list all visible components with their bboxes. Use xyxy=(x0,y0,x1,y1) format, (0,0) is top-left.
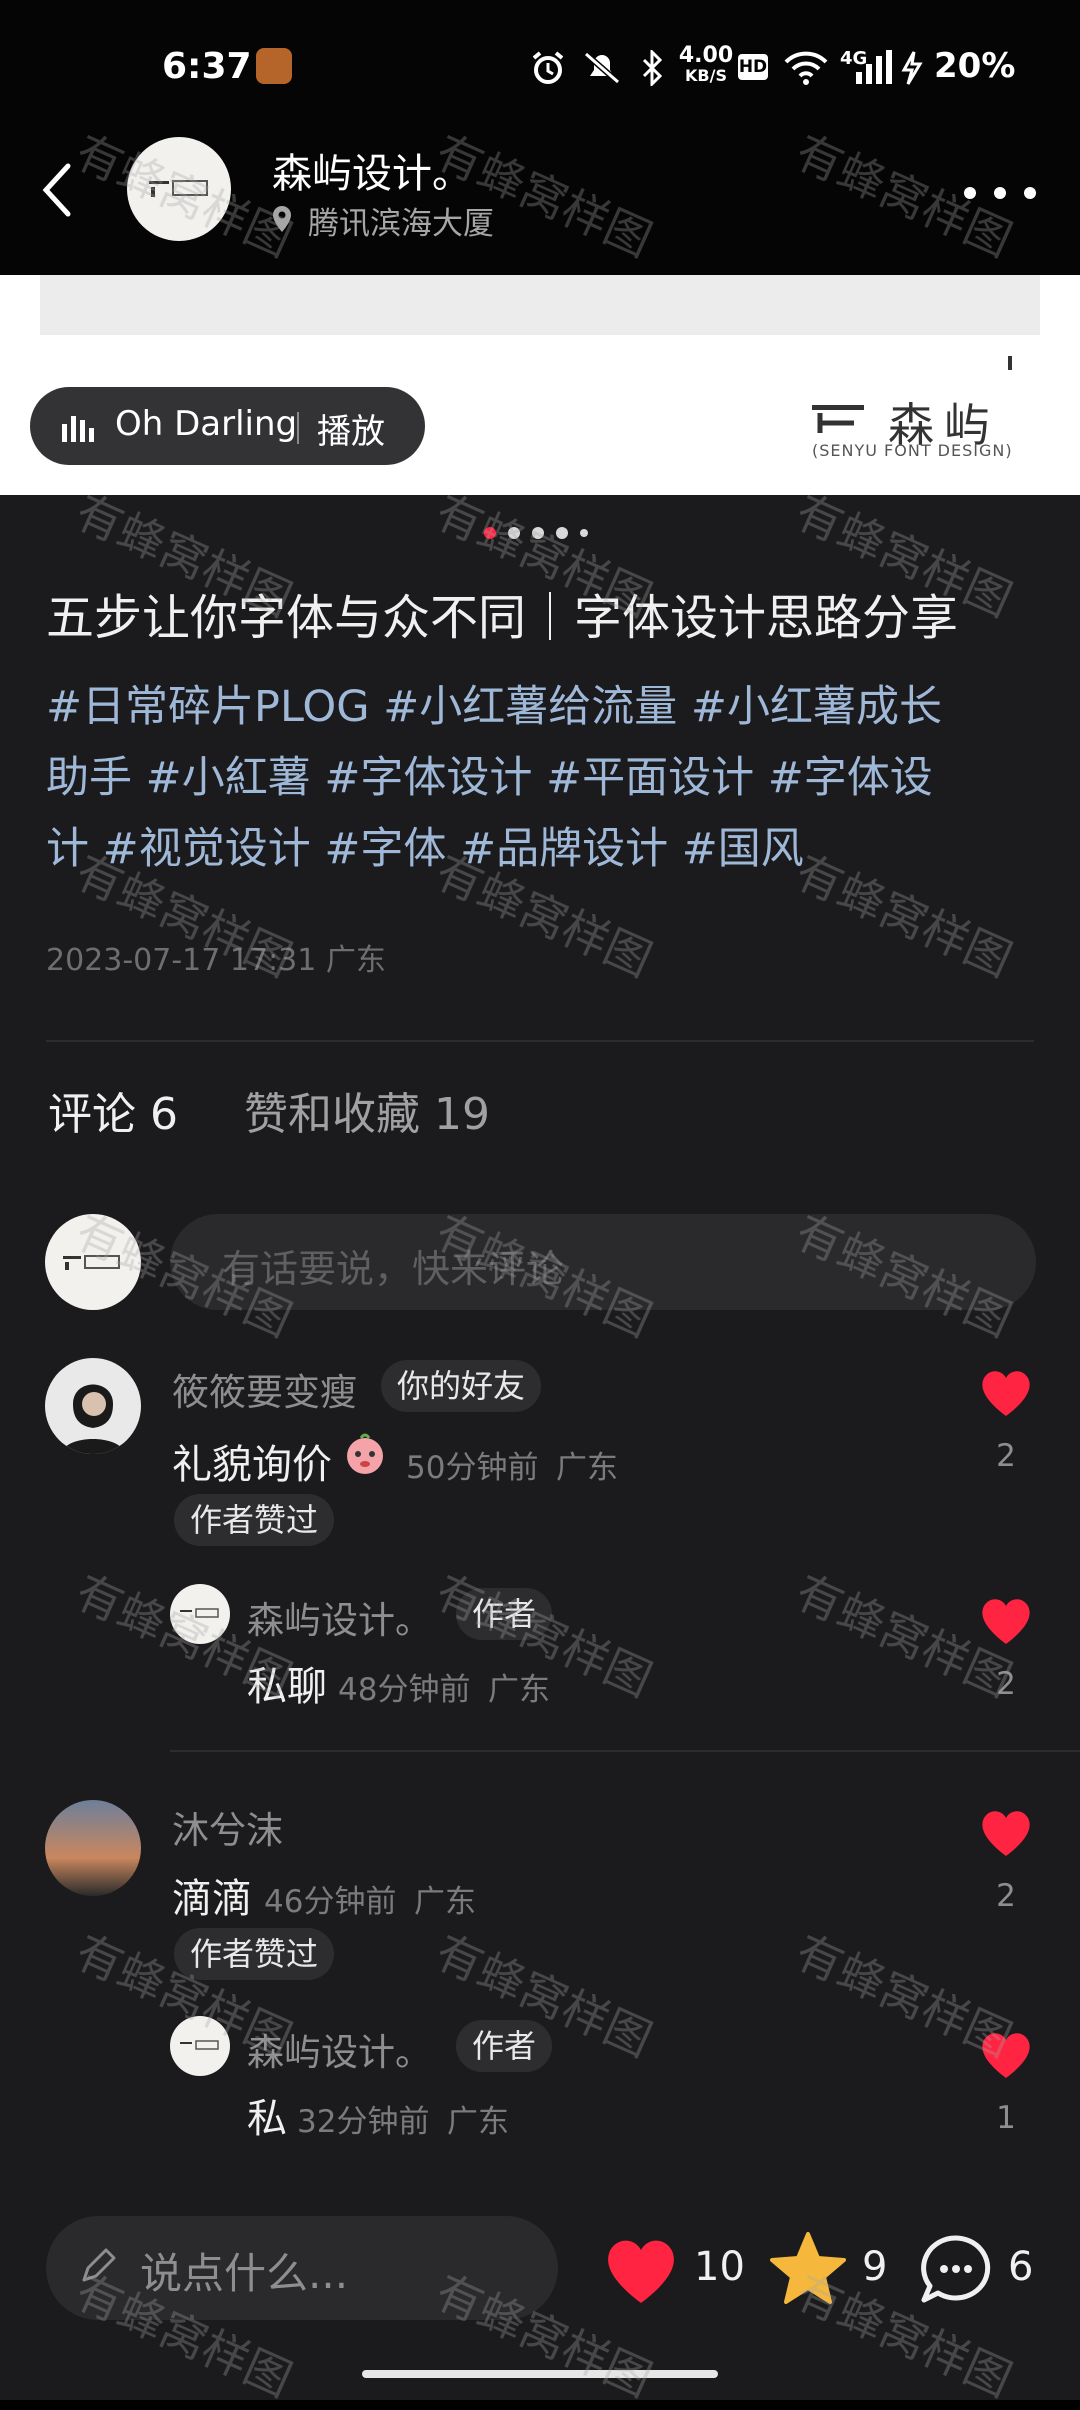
collect-count: 9 xyxy=(862,2244,888,2290)
music-title: Oh Darling xyxy=(115,404,298,444)
reply-author-name[interactable]: 森屿设计。 xyxy=(247,1590,432,1644)
app-notification-icon xyxy=(256,48,292,84)
more-options-icon[interactable] xyxy=(960,186,1040,200)
heart-icon[interactable] xyxy=(978,2030,1034,2080)
like-count: 10 xyxy=(694,2244,745,2290)
location-icon xyxy=(273,206,291,232)
reply-avatar-logo-icon xyxy=(180,1608,219,1618)
brand-logo: 森屿 (SENYU FONT DESIGN) xyxy=(808,395,1048,465)
comment-like-count: 2 xyxy=(996,1878,1016,1914)
like-heart-icon[interactable] xyxy=(602,2236,680,2306)
reply-region: 广东 xyxy=(447,2104,509,2140)
charging-icon xyxy=(901,51,923,85)
reply-like-count: 2 xyxy=(996,1666,1016,1702)
comment-region: 广东 xyxy=(556,1450,618,1486)
comment-like-count: 2 xyxy=(996,1438,1016,1474)
friend-badge: 你的好友 xyxy=(381,1360,542,1412)
author-name[interactable]: 森屿设计。 xyxy=(272,141,472,199)
reply-avatar[interactable] xyxy=(170,2016,230,2076)
battery-percent: 20% xyxy=(934,46,1016,86)
comment-time: 46分钟前 xyxy=(264,1884,397,1920)
network-speed-value: 4.00 xyxy=(678,43,734,68)
reply-time: 48分钟前 xyxy=(338,1672,471,1708)
comment-input-placeholder: 有话要说，快来评论 xyxy=(222,1247,565,1291)
post-tags-line[interactable]: #日常碎片PLOG #小红薯给流量 #小红薯成长 xyxy=(46,672,1046,743)
mute-icon xyxy=(584,51,620,85)
post-tags[interactable]: #日常碎片PLOG #小红薯给流量 #小红薯成长 助手 #小紅薯 #字体设计 #… xyxy=(46,672,1046,885)
author-avatar[interactable] xyxy=(127,137,231,241)
home-indicator[interactable] xyxy=(362,2370,718,2378)
pencil-icon xyxy=(82,2248,116,2282)
say-something-placeholder: 说点什么... xyxy=(140,2249,349,2298)
comment-text[interactable]: 礼貌询价 xyxy=(172,1432,332,1490)
wifi-icon xyxy=(784,51,828,85)
my-avatar-logo-icon xyxy=(63,1255,120,1270)
commenter-photo-icon xyxy=(61,1384,125,1454)
tab-likes-favorites[interactable]: 赞和收藏 19 xyxy=(244,1078,490,1142)
pager-dot-active xyxy=(484,527,496,539)
comment-region: 广东 xyxy=(414,1884,476,1920)
commenter-name[interactable]: 沐兮沫 xyxy=(172,1800,283,1854)
author-liked-tag: 作者赞过 xyxy=(174,1494,335,1546)
alarm-icon xyxy=(532,51,564,84)
post-tags-line[interactable]: 计 #视觉设计 #字体 #品牌设计 #国风 xyxy=(46,814,1046,885)
reply-region: 广东 xyxy=(488,1672,550,1708)
network-speed-unit: KB/S xyxy=(685,66,727,85)
bluetooth-icon xyxy=(642,50,663,86)
network-speed: 4.00 KB/S xyxy=(676,43,736,86)
music-bars-icon xyxy=(62,416,94,442)
image-mark xyxy=(1008,356,1012,370)
reply-author-name[interactable]: 森屿设计。 xyxy=(247,2022,432,2076)
brand-mark-icon xyxy=(812,405,864,433)
heart-icon[interactable] xyxy=(978,1368,1034,1418)
signal-icon xyxy=(856,50,892,84)
pager-dot xyxy=(508,527,520,539)
pager-dot xyxy=(556,527,568,539)
image-top-strip xyxy=(40,275,1040,335)
commenter-avatar[interactable] xyxy=(45,1358,141,1454)
reply-like-count: 1 xyxy=(996,2100,1016,2136)
status-time: 6:37 xyxy=(162,46,252,87)
author-badge: 作者 xyxy=(456,2020,553,2072)
commenter-name[interactable]: 筱筱要变瘦 xyxy=(172,1362,357,1416)
reply-text[interactable]: 私 xyxy=(247,2086,287,2144)
author-badge: 作者 xyxy=(456,1588,553,1640)
hd-icon: HD xyxy=(738,54,768,80)
pager-dot xyxy=(580,529,588,537)
music-divider xyxy=(297,412,299,444)
music-play-button[interactable]: 播放 xyxy=(317,404,385,453)
brand-subtitle: (SENYU FONT DESIGN) xyxy=(812,441,1013,460)
comment-divider xyxy=(170,1750,1080,1752)
emoji-icon xyxy=(347,1433,383,1474)
post-date: 2023-07-17 17:31 广东 xyxy=(46,943,386,978)
image-pager-dots xyxy=(484,527,594,539)
comment-time: 50分钟前 xyxy=(406,1450,539,1486)
reply-avatar[interactable] xyxy=(170,1584,230,1644)
reply-avatar-logo-icon xyxy=(180,2040,219,2050)
post-tags-line[interactable]: 助手 #小紅薯 #字体设计 #平面设计 #字体设 xyxy=(46,743,1046,814)
heart-icon[interactable] xyxy=(978,1808,1034,1858)
tab-comments[interactable]: 评论 6 xyxy=(48,1078,178,1142)
comment-text[interactable]: 滴滴 xyxy=(172,1866,252,1924)
post-title: 五步让你字体与众不同｜字体设计思路分享 xyxy=(46,590,959,646)
section-divider xyxy=(46,1040,1034,1042)
pager-dot xyxy=(532,527,544,539)
author-liked-tag: 作者赞过 xyxy=(174,1928,335,1980)
heart-icon[interactable] xyxy=(978,1596,1034,1646)
comment-count: 6 xyxy=(1008,2244,1034,2290)
author-location[interactable]: 腾讯滨海大厦 xyxy=(308,198,494,243)
commenter-avatar[interactable] xyxy=(45,1800,141,1896)
reply-time: 32分钟前 xyxy=(297,2104,430,2140)
collect-star-icon[interactable] xyxy=(768,2230,848,2306)
comment-bubble-icon[interactable] xyxy=(918,2232,994,2308)
author-logo-icon xyxy=(149,180,208,197)
my-avatar xyxy=(45,1214,141,1310)
back-icon[interactable] xyxy=(38,160,78,220)
reply-text[interactable]: 私聊 xyxy=(247,1654,327,1712)
